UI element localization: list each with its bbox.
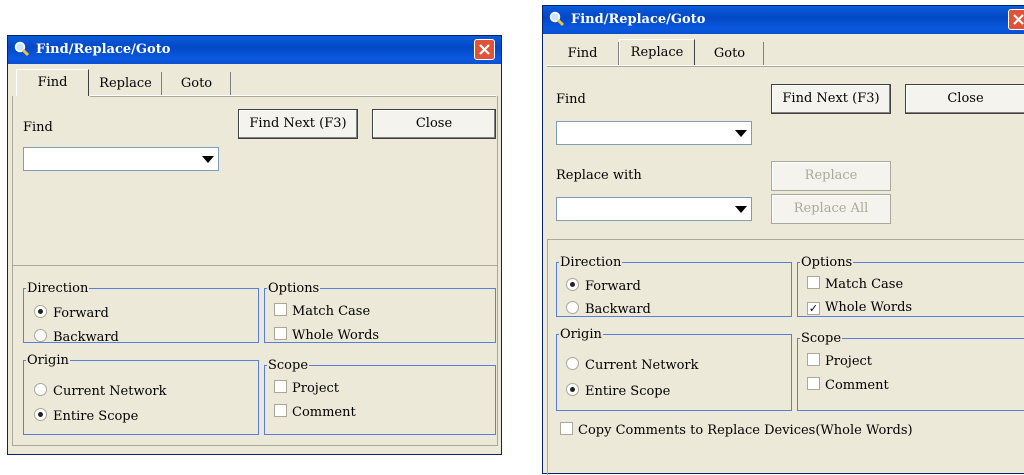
project-checkbox[interactable]: Project (274, 380, 339, 398)
comment-checkbox[interactable]: Comment (807, 377, 889, 395)
radio-empty-icon (34, 383, 47, 396)
close-button[interactable]: Close (372, 109, 496, 139)
current-network-radio[interactable]: Current Network (34, 383, 167, 401)
right-title-bar[interactable]: Find/Replace/Goto (543, 6, 1024, 34)
entire-scope-label: Entire Scope (53, 409, 139, 424)
forward-radio[interactable]: Forward (566, 278, 641, 296)
copy-comments-checkbox[interactable]: Copy Comments to Replace Devices(Whole W… (560, 422, 913, 440)
checkbox-icon (274, 380, 287, 393)
close-icon[interactable] (1008, 9, 1024, 30)
whole-words-checkbox[interactable]: ✓ Whole Words (807, 299, 912, 317)
replace-all-button[interactable]: Replace All (771, 194, 891, 224)
chevron-down-icon[interactable] (202, 156, 214, 163)
options-legend: Options (801, 255, 853, 270)
entire-scope-radio[interactable]: Entire Scope (566, 383, 670, 401)
project-label: Project (825, 354, 873, 369)
radio-selected-icon (34, 305, 47, 318)
whole-words-label: Whole Words (292, 328, 380, 343)
radio-empty-icon (566, 357, 579, 370)
checkbox-icon (807, 353, 820, 366)
tab-replace[interactable]: Replace (90, 72, 162, 96)
direction-legend: Direction (27, 281, 89, 296)
current-network-radio[interactable]: Current Network (566, 357, 699, 375)
magnifier-icon (549, 11, 565, 31)
whole-words-label: Whole Words (825, 300, 913, 315)
left-dialog: Find/Replace/Goto Find Replace Goto Find… (7, 35, 502, 455)
tab-find[interactable]: Find (547, 42, 619, 66)
comment-checkbox[interactable]: Comment (274, 404, 356, 422)
comment-label: Comment (825, 378, 889, 393)
scope-group: Scope (797, 331, 1024, 411)
direction-legend: Direction (560, 255, 622, 270)
right-dialog-title: Find/Replace/Goto (571, 12, 706, 27)
origin-legend: Origin (560, 327, 602, 342)
radio-selected-icon (34, 408, 47, 421)
checkbox-checked-icon: ✓ (807, 302, 820, 315)
backward-label: Backward (585, 302, 651, 317)
chevron-down-icon[interactable] (735, 206, 747, 213)
tab-find[interactable]: Find (16, 69, 89, 96)
forward-radio[interactable]: Forward (34, 305, 109, 323)
current-network-label: Current Network (53, 384, 167, 399)
whole-words-checkbox[interactable]: Whole Words (274, 327, 379, 345)
tab-goto[interactable]: Goto (696, 42, 764, 66)
checkbox-icon (560, 422, 573, 435)
radio-empty-icon (566, 301, 579, 314)
left-dialog-title: Find/Replace/Goto (36, 42, 171, 57)
current-network-label: Current Network (585, 358, 699, 373)
match-case-checkbox[interactable]: Match Case (807, 276, 903, 294)
find-label: Find (23, 120, 53, 135)
checkbox-icon (807, 276, 820, 289)
find-combobox[interactable] (556, 121, 752, 145)
magnifier-icon (14, 41, 30, 61)
match-case-label: Match Case (292, 304, 371, 319)
radio-empty-icon (34, 329, 47, 342)
replace-button[interactable]: Replace (771, 161, 891, 191)
backward-radio[interactable]: Backward (566, 301, 651, 319)
radio-selected-icon (566, 383, 579, 396)
close-icon[interactable] (474, 39, 495, 60)
scope-legend: Scope (801, 331, 842, 346)
checkbox-icon (274, 327, 287, 340)
copy-comments-label: Copy Comments to Replace Devices(Whole W… (578, 423, 913, 438)
origin-legend: Origin (27, 353, 69, 368)
tab-goto[interactable]: Goto (163, 72, 231, 96)
replace-combobox[interactable] (556, 197, 752, 221)
left-title-bar[interactable]: Find/Replace/Goto (8, 36, 501, 64)
entire-scope-radio[interactable]: Entire Scope (34, 408, 138, 426)
find-label: Find (556, 92, 586, 107)
right-dialog: Find/Replace/Goto Find Replace Goto Find… (542, 5, 1024, 475)
project-label: Project (292, 381, 340, 396)
forward-label: Forward (585, 279, 641, 294)
checkbox-icon (274, 303, 287, 316)
radio-selected-icon (566, 278, 579, 291)
checkbox-icon (274, 404, 287, 417)
tab-baseline (764, 65, 1024, 67)
forward-label: Forward (53, 306, 109, 321)
comment-label: Comment (292, 405, 356, 420)
match-case-checkbox[interactable]: Match Case (274, 303, 370, 321)
close-button[interactable]: Close (905, 84, 1024, 114)
options-legend: Options (268, 281, 320, 296)
replace-with-label: Replace with (556, 168, 642, 183)
find-next-button[interactable]: Find Next (F3) (238, 109, 358, 139)
scope-legend: Scope (268, 358, 309, 373)
find-combobox[interactable] (23, 147, 219, 171)
find-next-button[interactable]: Find Next (F3) (771, 84, 891, 114)
project-checkbox[interactable]: Project (807, 353, 872, 371)
chevron-down-icon[interactable] (735, 130, 747, 137)
tab-replace[interactable]: Replace (619, 39, 695, 66)
match-case-label: Match Case (825, 277, 904, 292)
entire-scope-label: Entire Scope (585, 384, 671, 399)
backward-label: Backward (53, 330, 119, 345)
checkbox-icon (807, 377, 820, 390)
backward-radio[interactable]: Backward (34, 329, 119, 347)
